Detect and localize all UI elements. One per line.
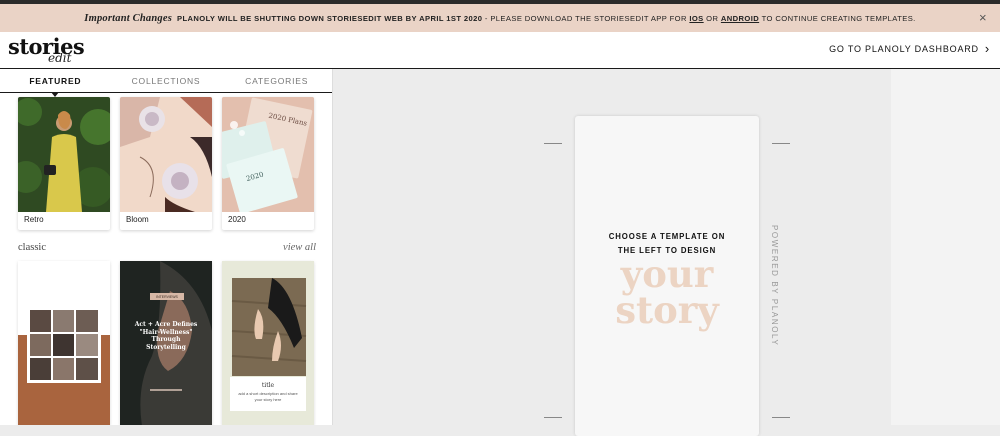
banner-message: - PLEASE DOWNLOAD THE STORIESEDIT APP FO… (484, 13, 687, 23)
template-label-bloom: Bloom (126, 215, 149, 224)
bloom-thumbnail (120, 97, 212, 212)
card3-description: add a short description and share your s… (238, 391, 298, 402)
classic-section-header: classic view all (18, 242, 316, 253)
2020-thumbnail: 2020 Plans 2020 (222, 97, 314, 212)
story-canvas[interactable]: CHOOSE A TEMPLATE ON THE LEFT TO DESIGN … (575, 116, 759, 436)
classic-grid: INTERVIEWS Act + Acre Defines "Hair-Well… (18, 261, 315, 425)
template-card-retro[interactable]: Retro (18, 97, 110, 230)
featured-grid: Retro Bloom 2020 Plans 2020 2020 (18, 97, 315, 230)
guide-tick (772, 143, 790, 144)
view-all-link[interactable]: view all (283, 242, 316, 253)
tab-categories[interactable]: CATEGORIES (221, 69, 332, 92)
tab-collections[interactable]: COLLECTIONS (111, 69, 222, 92)
tab-bar: FEATURED COLLECTIONS CATEGORIES (0, 69, 332, 97)
template-sidebar: FEATURED COLLECTIONS CATEGORIES Retro Bl… (0, 69, 333, 425)
banner-brand-message: PLANOLY WILL BE SHUTTING DOWN STORIESEDI… (177, 13, 483, 23)
template-card-classic-2[interactable]: INTERVIEWS Act + Acre Defines "Hair-Well… (120, 261, 212, 425)
card2-headline: Act + Acre Defines "Hair-Wellness" Throu… (134, 321, 198, 351)
guide-tick (544, 143, 562, 144)
right-panel (891, 69, 1000, 425)
template-label-retro: Retro (24, 215, 44, 224)
card2-tag: INTERVIEWS (156, 295, 178, 299)
android-link[interactable]: ANDROID (721, 14, 759, 23)
guide-tick (772, 417, 790, 418)
logo-script: edit (48, 51, 72, 65)
close-icon[interactable]: × (979, 11, 987, 24)
header: stories edit GO TO PLANOLY DASHBOARD › (0, 32, 1000, 69)
big-line-1: your (620, 252, 714, 296)
template-card-classic-1[interactable] (18, 261, 110, 425)
banner-important: Important Changes (84, 12, 173, 24)
logo[interactable]: stories edit (8, 36, 94, 66)
powered-by-planoly: POWERED BY PLANOLY (770, 225, 779, 347)
chevron-right-icon: › (984, 41, 990, 56)
big-line-2: story (615, 288, 719, 332)
template-card-bloom[interactable]: Bloom (120, 97, 212, 230)
ios-link[interactable]: IOS (689, 14, 703, 23)
your-story-text: your story (575, 252, 759, 332)
template-card-classic-3[interactable]: title add a short description and share … (222, 261, 314, 425)
banner-message-end: TO CONTINUE CREATING TEMPLATES. (761, 13, 916, 23)
template-label-2020: 2020 (228, 215, 246, 224)
announcement-banner: Important Changes PLANOLY WILL BE SHUTTI… (0, 4, 1000, 32)
retro-thumbnail (18, 97, 110, 212)
dashboard-link-label: GO TO PLANOLY DASHBOARD (829, 44, 979, 54)
guide-tick (544, 417, 562, 418)
template-card-2020[interactable]: 2020 Plans 2020 2020 (222, 97, 314, 230)
choose-line-1: CHOOSE A TEMPLATE ON (608, 232, 726, 241)
tab-featured[interactable]: FEATURED (0, 69, 111, 92)
card3-title: title (261, 382, 275, 389)
banner-or: OR (706, 13, 719, 23)
section-title-classic: classic (18, 242, 46, 253)
planoly-dashboard-link[interactable]: GO TO PLANOLY DASHBOARD › (829, 41, 990, 56)
